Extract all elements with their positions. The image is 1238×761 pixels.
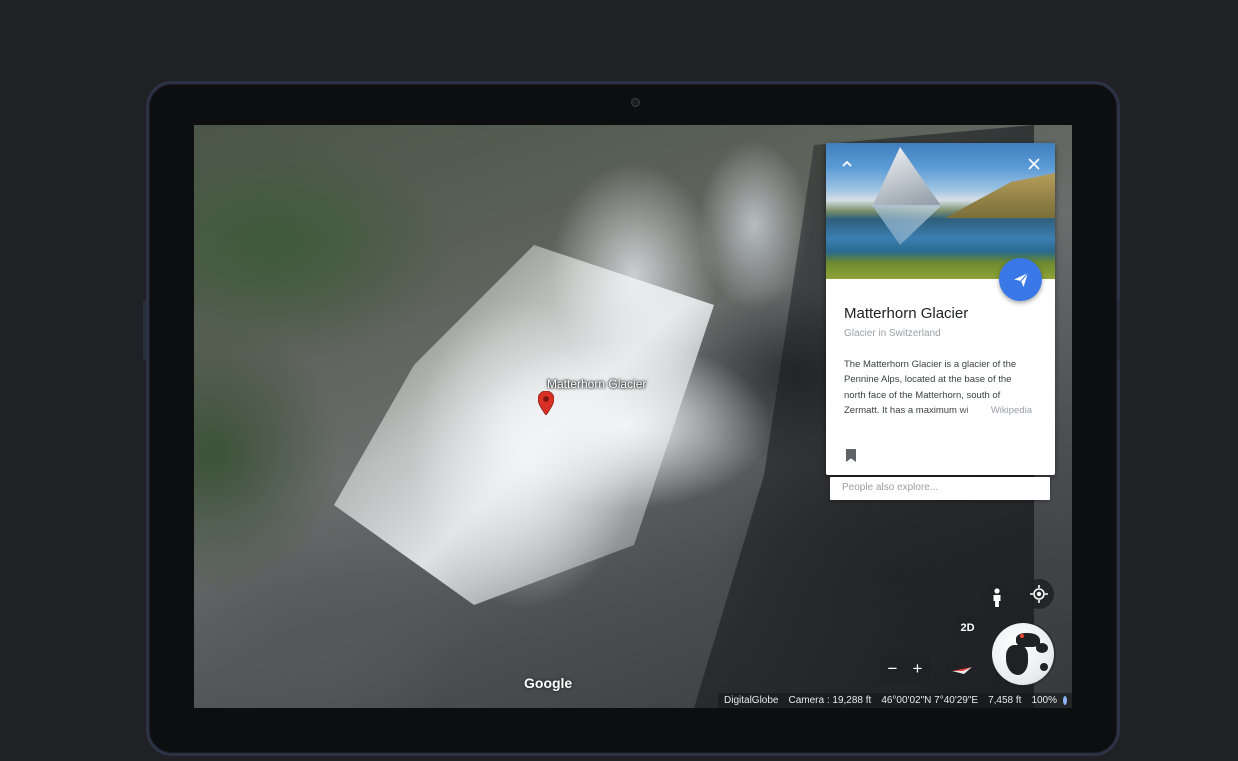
view-2d-toggle[interactable]: 2D	[951, 614, 984, 642]
zoom-out-button[interactable]: −	[888, 659, 898, 679]
paper-plane-icon	[1013, 272, 1028, 287]
tablet-side-button	[143, 300, 146, 360]
pegman-icon	[993, 588, 1001, 607]
place-subtitle: Glacier in Switzerland	[844, 328, 941, 339]
loading-indicator-icon	[1063, 696, 1068, 705]
chevron-up-icon[interactable]	[834, 151, 860, 177]
zoom-in-button[interactable]: +	[913, 659, 923, 679]
map-place-label[interactable]: Matterhorn Glacier	[547, 377, 646, 391]
compass-icon	[952, 667, 972, 674]
my-location-button[interactable]	[1024, 579, 1054, 609]
map-pin-icon[interactable]	[538, 391, 554, 415]
tablet-side-button	[1117, 300, 1120, 360]
google-logo: Google	[524, 675, 573, 691]
source-link[interactable]: Wikipedia	[988, 402, 1032, 419]
glacier-terrain	[334, 245, 714, 605]
share-button[interactable]	[999, 258, 1042, 301]
front-camera	[631, 98, 640, 107]
coordinates: 46°00'02"N 7°40'29"E	[881, 695, 979, 706]
close-icon[interactable]	[1021, 151, 1047, 177]
people-also-explore[interactable]: People also explore...	[830, 477, 1050, 500]
knowledge-card: Matterhorn Glacier Glacier in Switzerlan…	[826, 143, 1055, 475]
zoom-controls: − +	[880, 656, 930, 682]
pegman-button[interactable]	[982, 583, 1012, 613]
map-viewport[interactable]: Matterhorn Glacier Google Matterhorn Gla…	[194, 125, 1072, 708]
place-title: Matterhorn Glacier	[844, 305, 969, 322]
photo-peak	[872, 147, 942, 207]
compass-button[interactable]	[947, 655, 977, 685]
bookmark-icon[interactable]	[846, 449, 856, 462]
place-description: The Matterhorn Glacier is a glacier of t…	[844, 357, 1034, 419]
loading-percent: 100%	[1031, 695, 1058, 706]
ground-elevation: 7,458 ft	[988, 695, 1022, 706]
photo-reflection	[872, 205, 942, 245]
globe-icon[interactable]	[992, 623, 1054, 685]
imagery-attribution: DigitalGlobe	[724, 695, 779, 706]
status-bar: DigitalGlobe Camera : 19,288 ft 46°00'02…	[718, 693, 1072, 708]
my-location-icon	[1030, 585, 1048, 603]
camera-altitude: Camera : 19,288 ft	[788, 695, 872, 706]
photo-hill	[945, 173, 1055, 218]
